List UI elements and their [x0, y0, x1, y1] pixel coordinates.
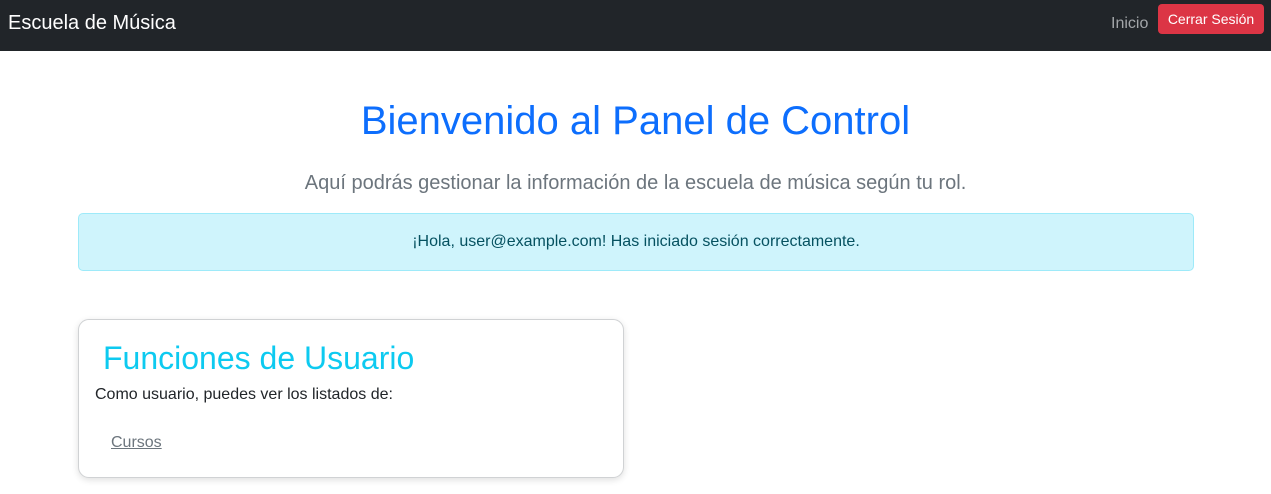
nav-link-inicio[interactable]: Inicio: [1111, 14, 1148, 34]
cursos-link[interactable]: Cursos: [111, 432, 162, 454]
navbar-brand[interactable]: Escuela de Música: [8, 11, 176, 35]
lead-text: Aquí podrás gestionar la información de …: [304, 172, 967, 194]
page-title: Bienvenido al Panel de Control: [360, 99, 911, 143]
card-title: Funciones de Usuario: [103, 340, 415, 376]
logout-button[interactable]: Cerrar Sesión: [1158, 4, 1264, 34]
navbar: Escuela de Música Inicio Cerrar Sesión: [0, 0, 1271, 51]
card-text: Como usuario, puedes ver los listados de…: [95, 386, 393, 403]
user-functions-card: Funciones de Usuario Como usuario, puede…: [78, 319, 624, 478]
success-alert: ¡Hola, user@example.com! Has iniciado se…: [78, 213, 1194, 271]
